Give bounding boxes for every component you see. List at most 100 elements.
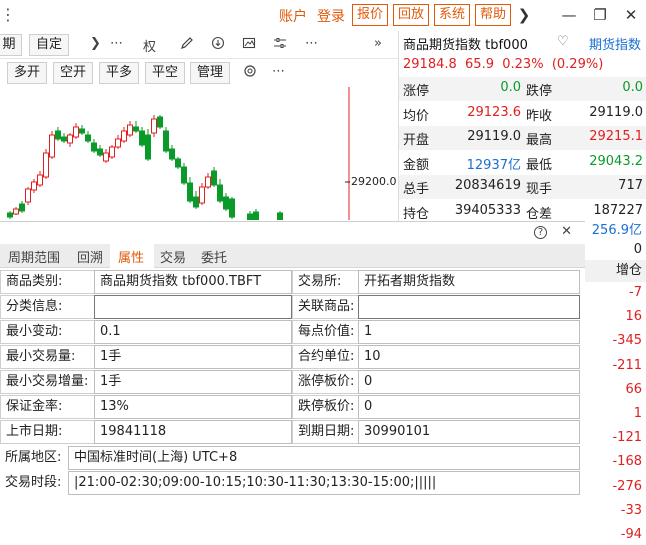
quote-value: 20834619 — [454, 178, 521, 193]
close-long-button[interactable]: 平多 — [99, 62, 139, 84]
candle-body — [73, 126, 79, 138]
settings-icon[interactable] — [243, 64, 257, 82]
open-interest-header: 增仓 — [585, 260, 646, 282]
quote-label: 昨收 — [526, 108, 553, 124]
menu-icon[interactable]: ⋮ — [0, 5, 16, 24]
quote-label: 持仓 — [403, 206, 430, 222]
open-interest-change: -33 — [620, 502, 642, 518]
property-value[interactable]: 19841118 — [94, 420, 292, 444]
quote-label: 最低 — [526, 157, 553, 173]
candle-body — [127, 124, 133, 136]
property-value[interactable]: 1 — [358, 320, 580, 344]
quote-value: 29215.1 — [589, 129, 643, 144]
tab-trade[interactable]: 交易 — [160, 247, 186, 266]
open-long-button[interactable]: 多开 — [7, 62, 47, 84]
manage-button[interactable]: 管理 — [190, 62, 230, 84]
property-label: 商品类别: — [0, 270, 95, 294]
candle-body — [199, 186, 205, 204]
property-label: 最小交易增量: — [0, 370, 95, 394]
quote-value: 39405333 — [454, 202, 521, 218]
property-value[interactable]: 1手 — [94, 370, 292, 394]
candle-body — [217, 184, 223, 202]
candle-body — [61, 136, 67, 142]
system-button[interactable]: 系统 — [434, 4, 470, 26]
candle-body — [67, 134, 73, 144]
replay-button[interactable]: 回放 — [393, 4, 429, 26]
image-icon[interactable] — [242, 36, 256, 54]
candle-body — [133, 126, 139, 132]
properties-panel: ? ✕ 周期范围 回溯 属性 交易 委托 商品类别: 商品期货指数 tbf000.… — [0, 221, 585, 545]
candle-body — [181, 166, 187, 184]
property-label: 每点价值: — [292, 320, 359, 344]
side-zero: 0 — [633, 242, 642, 257]
tab-orders[interactable]: 委托 — [201, 247, 227, 266]
quote-label: 总手 — [403, 182, 430, 197]
pencil-icon[interactable] — [180, 36, 194, 54]
title-bar: ⋮ 账户 登录 报价 回放 系统 帮助 ❯ — ❐ ✕ — [0, 0, 646, 31]
quote-value: 0.0 — [500, 80, 521, 95]
quote-button[interactable]: 报价 — [352, 4, 388, 26]
candle-body — [205, 176, 211, 188]
quote-panel: 商品期货指数 tbf000 ♡ 期货指数 29184.8 65.9 0.23% … — [398, 31, 646, 222]
candle-body — [13, 208, 19, 215]
property-value[interactable]: 0 — [358, 370, 580, 394]
candle-body — [97, 148, 103, 156]
tab-properties[interactable]: 属性 — [118, 247, 144, 266]
property-value[interactable]: 1手 — [94, 345, 292, 369]
account-menu[interactable]: 账户 — [279, 6, 307, 26]
close-icon[interactable]: ✕ — [620, 4, 642, 26]
rights-adjust-button[interactable]: 权 — [143, 36, 156, 55]
property-value[interactable]: 开拓者期货指数 — [358, 270, 580, 294]
chevron-right-icon[interactable]: ❯ — [513, 4, 535, 26]
minimize-icon[interactable]: — — [558, 4, 580, 26]
property-label: 最小交易量: — [0, 345, 95, 369]
maximize-icon[interactable]: ❐ — [589, 4, 611, 26]
property-value[interactable] — [94, 295, 292, 319]
open-short-button[interactable]: 空开 — [53, 62, 93, 84]
more-icon[interactable]: ⋯ — [110, 36, 123, 51]
quote-label: 现手 — [526, 182, 553, 197]
property-value[interactable]: 30990101 — [358, 420, 580, 444]
property-value[interactable] — [358, 295, 580, 319]
chevron-right-icon[interactable]: ❯ — [90, 36, 101, 51]
candle-body — [85, 134, 91, 142]
tab-period-range[interactable]: 周期范围 — [8, 247, 60, 266]
quote-label: 仓差 — [526, 206, 553, 222]
download-icon[interactable] — [211, 36, 225, 54]
open-interest-change: -345 — [612, 333, 642, 349]
more-icon[interactable]: ⋯ — [272, 64, 285, 79]
expand-icon[interactable]: » — [374, 36, 382, 51]
quote-value: 29123.6 — [467, 104, 521, 120]
property-value[interactable]: 10 — [358, 345, 580, 369]
candle-body — [211, 170, 217, 186]
candle-body — [229, 198, 235, 218]
sliders-icon[interactable] — [273, 36, 287, 54]
session-value: |21:00-02:30;09:00-10:15;10:30-11:30;13:… — [68, 471, 580, 495]
property-value[interactable]: 0 — [358, 395, 580, 419]
candle-body — [163, 130, 169, 152]
candle-body — [109, 146, 115, 158]
candle-body — [157, 116, 163, 128]
close-icon[interactable]: ✕ — [561, 224, 572, 239]
quote-label: 开盘 — [403, 133, 430, 148]
candle-body — [175, 158, 181, 168]
property-value[interactable]: 13% — [94, 395, 292, 419]
favorite-icon[interactable]: ♡ — [557, 34, 569, 49]
help-button[interactable]: 帮助 — [475, 4, 511, 26]
futures-index-tab[interactable]: 期货指数 — [589, 34, 641, 53]
tab-backtrack[interactable]: 回溯 — [77, 247, 103, 266]
open-interest-change: -7 — [629, 285, 642, 300]
custom-period-button[interactable]: 自定 — [29, 34, 69, 56]
property-label: 合约单位: — [292, 345, 359, 369]
candlestick-chart[interactable]: 29200.0 — [0, 87, 398, 220]
help-icon[interactable]: ? — [534, 226, 547, 239]
app-window: ⋮ 账户 登录 报价 回放 系统 帮助 ❯ — ❐ ✕ 期 自定 ❯ ⋯ 权 ⋯… — [0, 0, 646, 545]
candle-body — [169, 148, 175, 160]
property-value[interactable]: 商品期货指数 tbf000.TBFT — [94, 270, 292, 294]
login-menu[interactable]: 登录 — [317, 6, 345, 26]
property-value[interactable]: 0.1 — [94, 320, 292, 344]
close-short-button[interactable]: 平空 — [145, 62, 185, 84]
period-button[interactable]: 期 — [0, 34, 22, 56]
open-interest-change: -94 — [620, 527, 642, 542]
more-icon[interactable]: ⋯ — [305, 36, 318, 51]
